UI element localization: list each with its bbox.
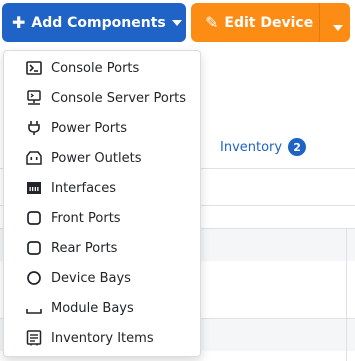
menu-item-inventory-items[interactable]: Inventory Items: [5, 323, 201, 353]
menu-item-power-ports[interactable]: Power Ports: [5, 113, 201, 143]
tab-inventory[interactable]: Inventory 2: [220, 138, 307, 156]
add-components-button[interactable]: ✚ Add Components: [2, 3, 186, 42]
ethernet-icon: [25, 180, 43, 196]
split-divider: [319, 3, 320, 42]
menu-item-label: Device Bays: [51, 270, 131, 286]
menu-item-module-bays[interactable]: Module Bays: [5, 293, 201, 323]
square-rounded-icon: [25, 240, 43, 256]
menu-item-label: Inventory Items: [51, 330, 154, 346]
menu-item-label: Console Ports: [51, 60, 140, 76]
edit-device-button[interactable]: ✎ Edit Device: [191, 3, 350, 42]
add-components-menu: Console Ports Console Server Ports Power…: [3, 50, 201, 357]
menu-item-label: Module Bays: [51, 300, 134, 316]
menu-item-power-outlets[interactable]: Power Outlets: [5, 143, 201, 173]
menu-item-label: Rear Ports: [51, 240, 118, 256]
power-outlet-icon: [25, 150, 43, 166]
tray-icon: [25, 300, 43, 316]
menu-item-front-ports[interactable]: Front Ports: [5, 203, 201, 233]
plus-icon: ✚: [12, 13, 26, 32]
menu-item-console-ports[interactable]: Console Ports: [5, 53, 201, 83]
circle-icon: [25, 270, 43, 286]
edit-device-dropdown-toggle[interactable]: [327, 19, 343, 35]
edit-device-label: Edit Device: [224, 14, 314, 31]
square-rounded-icon: [25, 210, 43, 226]
panel-border: [346, 228, 347, 361]
caret-down-icon: [333, 25, 343, 31]
tab-inventory-label: Inventory: [220, 139, 283, 155]
menu-item-device-bays[interactable]: Device Bays: [5, 263, 201, 293]
menu-item-label: Console Server Ports: [51, 90, 187, 106]
menu-item-label: Power Outlets: [51, 150, 142, 166]
pencil-icon: ✎: [205, 13, 219, 32]
menu-item-label: Power Ports: [51, 120, 127, 136]
menu-item-label: Interfaces: [51, 180, 116, 196]
console-icon: [25, 60, 43, 76]
menu-item-rear-ports[interactable]: Rear Ports: [5, 233, 201, 263]
menu-item-console-server-ports[interactable]: Console Server Ports: [5, 83, 201, 113]
console-server-icon: [25, 90, 43, 106]
list-box-icon: [25, 330, 43, 346]
add-components-label: Add Components: [31, 14, 166, 31]
caret-down-icon: [171, 19, 182, 26]
power-plug-icon: [25, 120, 43, 136]
menu-item-label: Front Ports: [51, 210, 121, 226]
menu-item-interfaces[interactable]: Interfaces: [5, 173, 201, 203]
inventory-count-badge: 2: [288, 138, 307, 156]
